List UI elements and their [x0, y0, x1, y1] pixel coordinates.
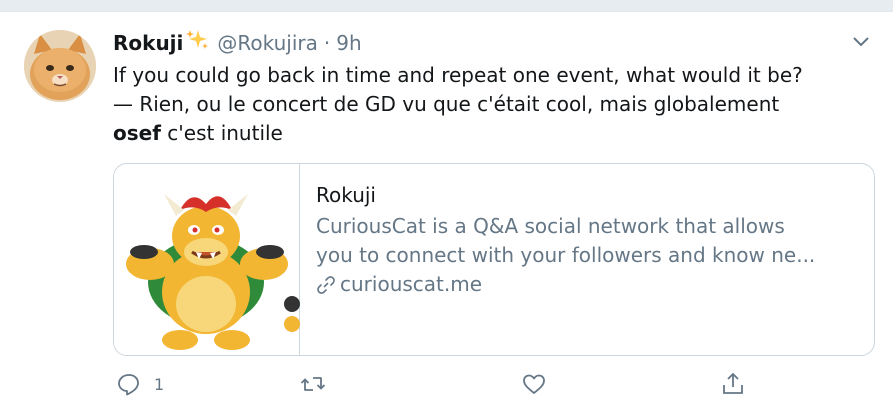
share-button[interactable] [720, 369, 746, 399]
tweet-actions: 1 [113, 369, 873, 403]
reply-icon [118, 374, 139, 396]
share-icon [723, 372, 743, 394]
tweet-text-rest: c'est inutile [160, 121, 283, 145]
card-body: Rokuji CuriousCat is a Q&A social networ… [300, 164, 872, 355]
like-button[interactable] [521, 369, 547, 399]
card-thumbnail [114, 164, 300, 355]
chevron-down-icon[interactable] [850, 34, 872, 50]
card-title: Rokuji [316, 183, 376, 207]
link-icon [317, 275, 335, 294]
card-description-line: you to connect with your followers and k… [316, 243, 816, 267]
reply-count: 1 [154, 374, 165, 394]
link-preview-card[interactable]: Rokuji CuriousCat is a Q&A social networ… [113, 163, 875, 356]
separator-dot: · [323, 31, 331, 55]
cat-avatar-image [24, 30, 96, 102]
display-name[interactable]: Rokuji [113, 31, 183, 55]
top-divider [0, 0, 893, 12]
retweet-icon [300, 377, 326, 391]
reply-button[interactable]: 1 [116, 369, 164, 399]
tweet-text-line: osef c'est inutile [113, 119, 873, 148]
timestamp[interactable]: 9h [336, 31, 361, 55]
heart-icon [523, 374, 545, 394]
card-url-text: curiouscat.me [340, 272, 483, 296]
bold-text: osef [113, 121, 161, 145]
sparkles-emoji-icon [186, 30, 209, 49]
bowser-character-image [118, 194, 300, 350]
avatar[interactable] [24, 30, 96, 102]
card-description-line: CuriousCat is a Q&A social network that … [316, 214, 785, 238]
retweet-button[interactable] [300, 369, 326, 399]
tweet-text-line: If you could go back in time and repeat … [113, 63, 803, 87]
card-url: curiouscat.me [316, 270, 872, 299]
tweet-text-line: — Rien, ou le concert de GD vu que c'éta… [113, 92, 780, 116]
tweet-text: If you could go back in time and repeat … [113, 61, 873, 148]
tweet-header: Rokuji @Rokujira · 9h [113, 28, 362, 58]
user-handle[interactable]: @Rokujira [217, 31, 317, 55]
